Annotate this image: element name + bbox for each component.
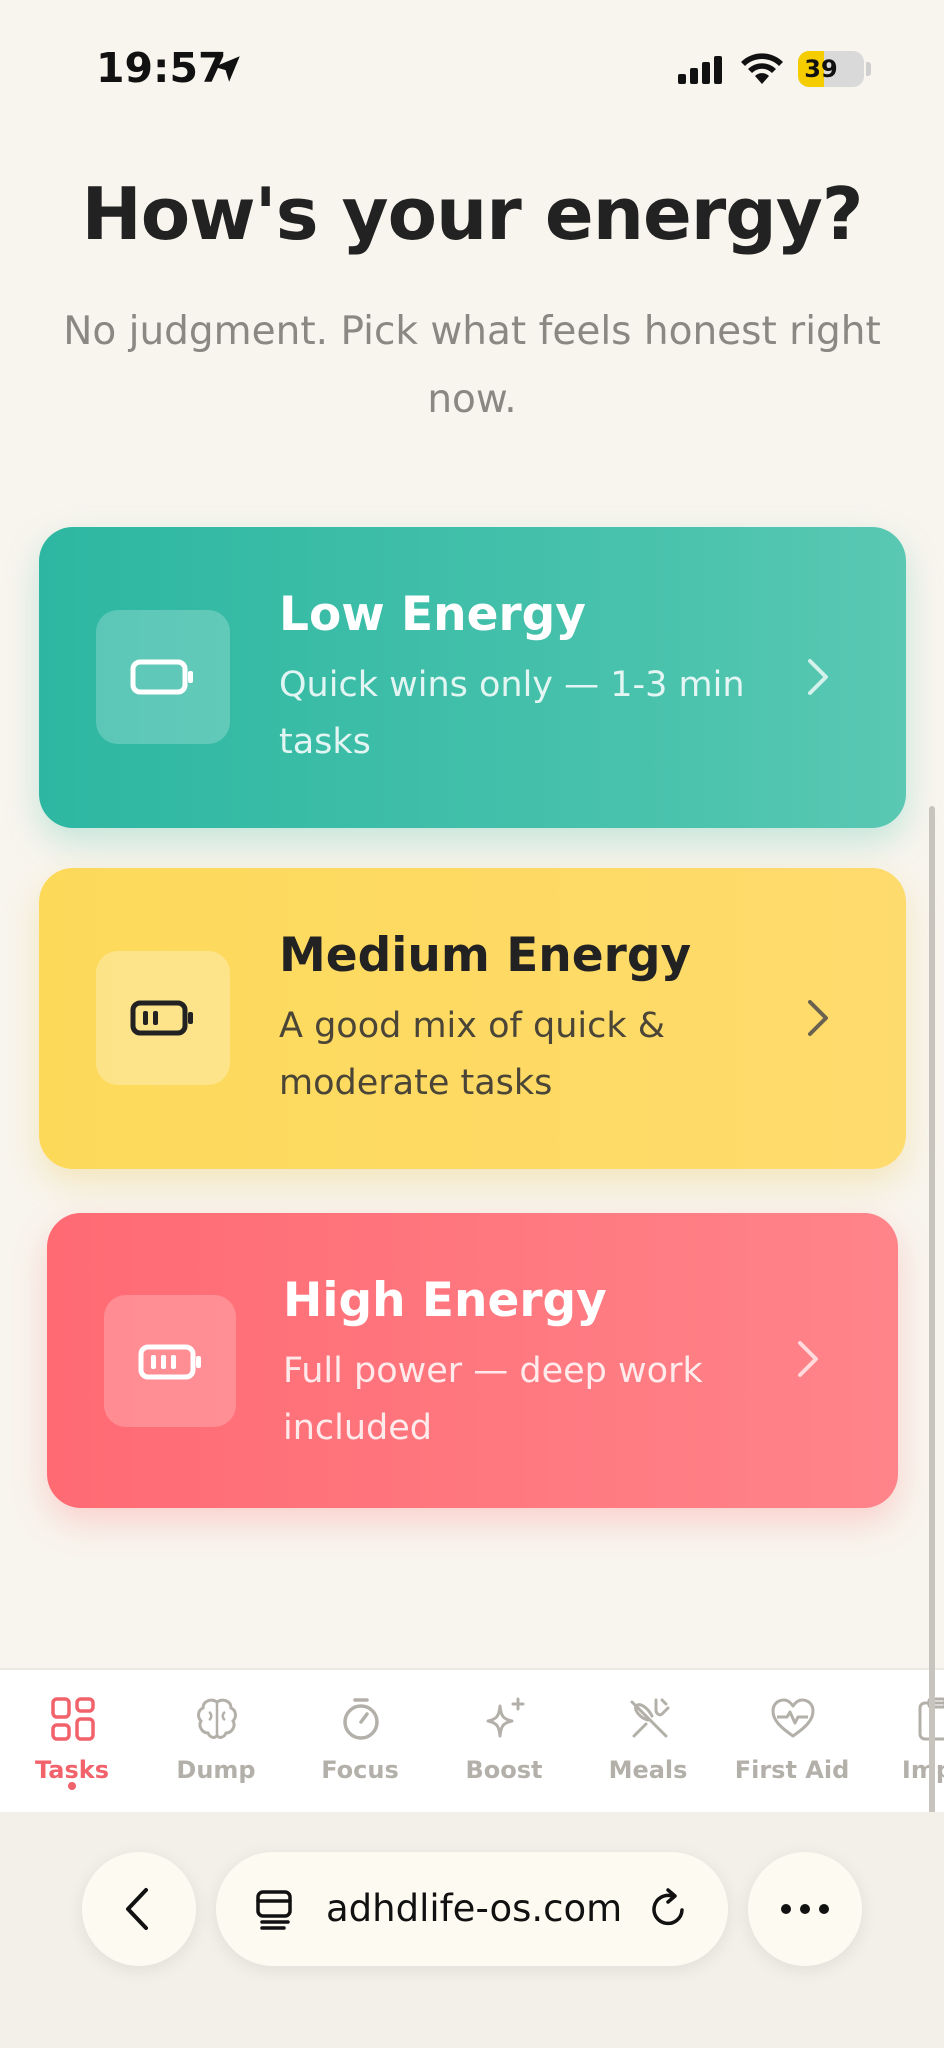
- url-bar[interactable]: adhdlife-os.com: [216, 1852, 728, 1966]
- battery-indicator: 39: [798, 51, 864, 87]
- high-energy-description: Full power — deep work included: [283, 1351, 703, 1448]
- low-energy-title: Low Energy: [279, 587, 586, 642]
- high-energy-card[interactable]: High Energy Full power — deep work inclu…: [47, 1213, 898, 1508]
- grid-icon: [51, 1697, 95, 1741]
- chevron-right-icon: [798, 1341, 818, 1377]
- tab-meals[interactable]: Meals: [576, 1670, 720, 1812]
- tab-label: Meals: [608, 1756, 688, 1784]
- status-time: 19:57: [96, 44, 227, 92]
- bottom-tab-bar: Tasks Dump Focus Boost Meals First Aid I…: [0, 1668, 944, 1812]
- medium-energy-icon-box: [96, 951, 230, 1085]
- heart-pulse-icon: [771, 1698, 815, 1738]
- tab-focus[interactable]: Focus: [288, 1670, 432, 1812]
- low-energy-card[interactable]: Low Energy Quick wins only — 1-3 min tas…: [39, 527, 906, 828]
- chevron-left-icon: [126, 1888, 148, 1930]
- tab-label: Dump: [176, 1756, 256, 1784]
- tab-tasks[interactable]: Tasks: [0, 1670, 144, 1812]
- active-tab-dot: [68, 1782, 76, 1790]
- reload-icon[interactable]: [648, 1888, 690, 1930]
- tab-label: First Aid: [734, 1756, 850, 1784]
- chevron-right-icon: [808, 659, 828, 695]
- low-energy-icon-box: [96, 610, 230, 744]
- low-energy-description: Quick wins only — 1-3 min tasks: [279, 665, 745, 762]
- brain-icon: [197, 1698, 237, 1739]
- cellular-signal-icon: [678, 56, 722, 84]
- status-bar: 19:57 39: [0, 0, 944, 140]
- battery-low-icon: [130, 659, 193, 695]
- high-energy-icon-box: [104, 1295, 236, 1427]
- back-button[interactable]: [82, 1852, 196, 1966]
- more-options-button[interactable]: [748, 1852, 862, 1966]
- wifi-icon: [741, 53, 783, 84]
- tab-label: Focus: [321, 1756, 399, 1784]
- page-subtitle: No judgment. Pick what feels honest righ…: [63, 309, 881, 422]
- tab-label: Boost: [465, 1756, 543, 1784]
- location-arrow-icon: [214, 56, 240, 82]
- ellipsis-icon: [781, 1904, 829, 1914]
- tabs-icon: [256, 1890, 292, 1930]
- tab-dump[interactable]: Dump: [144, 1670, 288, 1812]
- url-text: adhdlife-os.com: [326, 1887, 623, 1930]
- chevron-right-icon: [808, 1000, 828, 1036]
- medium-energy-description: A good mix of quick & moderate tasks: [279, 1006, 666, 1103]
- battery-full-icon: [138, 1344, 201, 1380]
- medium-energy-title: Medium Energy: [279, 928, 692, 983]
- utensils-icon: [630, 1698, 670, 1738]
- tab-first-aid[interactable]: First Aid: [720, 1670, 864, 1812]
- scrollbar[interactable]: [929, 806, 935, 1906]
- medium-energy-card[interactable]: Medium Energy A good mix of quick & mode…: [39, 868, 906, 1169]
- battery-medium-icon: [130, 1000, 193, 1036]
- page-title: How's your energy?: [81, 172, 863, 256]
- tab-boost[interactable]: Boost: [432, 1670, 576, 1812]
- battery-percentage: 39: [804, 55, 838, 83]
- timer-icon: [343, 1698, 379, 1740]
- tab-label: Tasks: [34, 1756, 109, 1784]
- high-energy-title: High Energy: [283, 1273, 607, 1328]
- battery-nub: [866, 62, 871, 76]
- sparkle-icon: [486, 1697, 525, 1738]
